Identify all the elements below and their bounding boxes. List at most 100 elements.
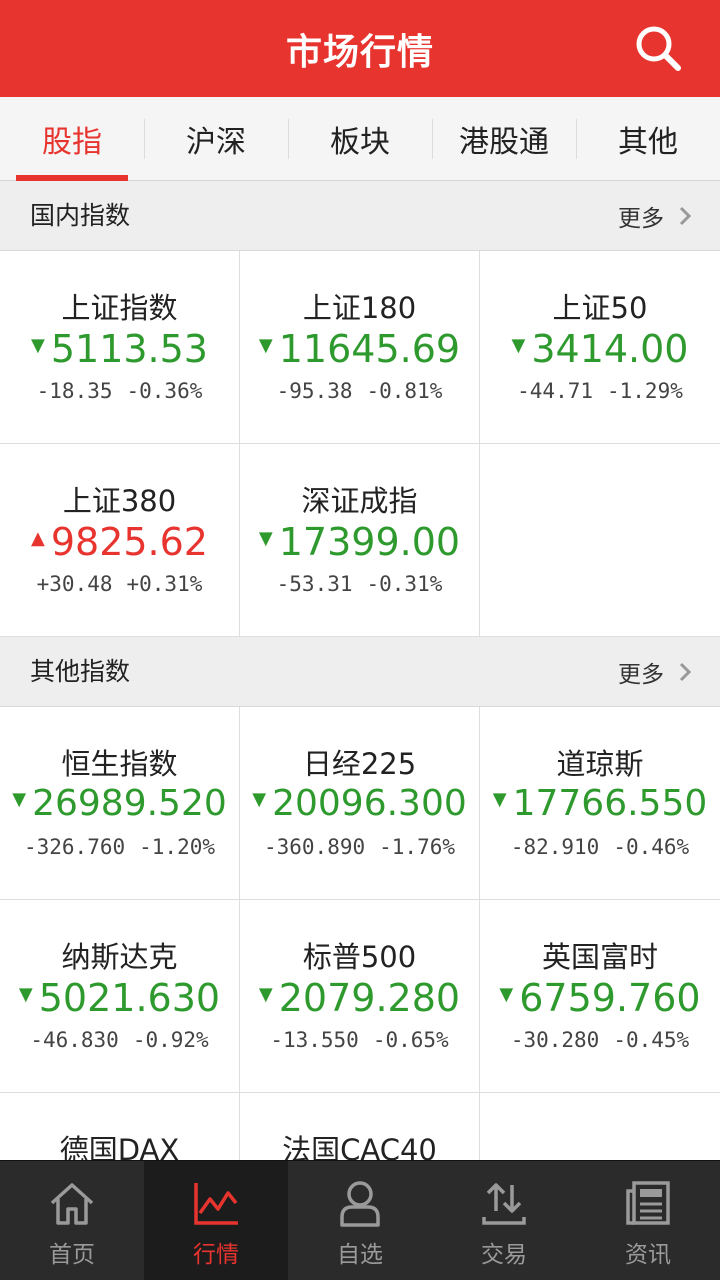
change-percent: -0.65% <box>372 1028 449 1052</box>
index-card[interactable]: 道琼斯 ▼ 17766.550 -82.910 -0.46% <box>480 707 720 900</box>
tab-shanghai-shenzhen[interactable]: 沪深 <box>144 97 288 181</box>
top-bar: 市场行情 <box>0 0 720 97</box>
domestic-index-grid: 上证指数 ▼ 5113.53 -18.35 -0.36% 上证180 ▼ 11645.69 -9… <box>0 251 720 637</box>
section-title: 国内指数 <box>30 201 131 230</box>
empty-cell <box>480 444 720 637</box>
tab-hk-connect[interactable]: 港股通 <box>432 97 576 181</box>
price-value: 17766.550 <box>512 783 708 824</box>
nav-label: 资讯 <box>625 1242 671 1268</box>
index-change: -95.38 -0.81% <box>240 379 479 403</box>
tab-other[interactable]: 其他 <box>576 97 720 181</box>
change-value: -13.550 <box>270 1028 359 1052</box>
index-price: ▼ 3414.00 <box>480 327 720 371</box>
nav-market[interactable]: 行情 <box>144 1161 288 1280</box>
index-change: -360.890 -1.76% <box>240 835 479 859</box>
app-screen: 市场行情 股指 沪深 板块 港股通 其他 国内指数 更多 上证指数 ▼ 5113.5… <box>0 0 720 1280</box>
chevron-right-icon <box>679 206 692 226</box>
index-name: 上证180 <box>302 291 417 325</box>
index-name: 恒生指数 <box>61 747 178 781</box>
domestic-section-header: 国内指数 更多 <box>0 181 720 251</box>
change-percent: -0.92% <box>132 1028 209 1052</box>
arrow-down-icon: ▼ <box>258 334 273 356</box>
tab-stock-index[interactable]: 股指 <box>0 97 144 181</box>
arrow-down-icon: ▼ <box>499 983 514 1005</box>
index-card[interactable]: 上证180 ▼ 11645.69 -95.38 -0.81% <box>240 251 480 444</box>
index-card[interactable]: 上证指数 ▼ 5113.53 -18.35 -0.36% <box>0 251 240 444</box>
price-value: 5113.53 <box>50 327 208 371</box>
nav-home[interactable]: 首页 <box>0 1161 144 1280</box>
other-index-grid: 恒生指数 ▼ 26989.520 -326.760 -1.20% 日经225 ▼ 20096.… <box>0 707 720 1280</box>
change-percent: +0.31% <box>126 572 203 596</box>
arrow-up-icon: ▲ <box>31 527 45 549</box>
chevron-right-icon <box>679 662 692 682</box>
change-value: -95.38 <box>276 379 353 403</box>
tab-label: 板块 <box>330 125 390 160</box>
nav-label: 交易 <box>481 1242 527 1268</box>
index-price: ▼ 17766.550 <box>480 783 720 824</box>
index-price: ▼ 2079.280 <box>240 976 479 1020</box>
other-section-header: 其他指数 更多 <box>0 637 720 707</box>
price-value: 2079.280 <box>278 976 461 1020</box>
index-name: 道琼斯 <box>556 747 644 781</box>
arrow-down-icon: ▼ <box>258 527 273 549</box>
index-name: 上证50 <box>552 291 648 325</box>
index-change: -44.71 -1.29% <box>480 379 720 403</box>
nav-news[interactable]: 资讯 <box>576 1161 720 1280</box>
search-button[interactable] <box>632 22 684 74</box>
home-icon <box>50 1183 94 1225</box>
change-value: -82.910 <box>510 835 600 859</box>
page-title: 市场行情 <box>285 31 434 73</box>
price-value: 20096.300 <box>272 783 467 824</box>
change-percent: -0.46% <box>613 835 690 859</box>
index-name: 上证指数 <box>61 291 178 325</box>
index-card[interactable]: 恒生指数 ▼ 26989.520 -326.760 -1.20% <box>0 707 240 900</box>
nav-watchlist[interactable]: 自选 <box>288 1161 432 1280</box>
nav-label: 行情 <box>193 1242 239 1268</box>
change-percent: -1.29% <box>607 379 683 403</box>
arrow-down-icon: ▼ <box>252 789 267 810</box>
nav-label: 首页 <box>49 1242 95 1268</box>
news-icon <box>626 1181 670 1225</box>
index-name: 深证成指 <box>301 484 418 518</box>
index-change: -53.31 -0.31% <box>240 572 479 596</box>
category-tabs: 股指 沪深 板块 港股通 其他 <box>0 97 720 181</box>
tab-sector[interactable]: 板块 <box>288 97 432 181</box>
change-percent: -0.31% <box>366 572 443 596</box>
index-change: -30.280 -0.45% <box>480 1028 720 1052</box>
index-price: ▼ 17399.00 <box>240 520 479 564</box>
index-card[interactable]: 上证50 ▼ 3414.00 -44.71 -1.29% <box>480 251 720 444</box>
nav-trade[interactable]: 交易 <box>432 1161 576 1280</box>
index-change: -18.35 -0.36% <box>0 379 239 403</box>
index-card[interactable]: 深证成指 ▼ 17399.00 -53.31 -0.31% <box>240 444 480 637</box>
index-price: ▼ 5113.53 <box>0 327 239 371</box>
index-name: 日经225 <box>302 747 417 781</box>
price-value: 3414.00 <box>531 327 689 371</box>
domestic-more-button[interactable]: 更多 <box>618 181 692 251</box>
change-value: -46.830 <box>30 1028 119 1052</box>
arrow-down-icon: ▼ <box>258 983 273 1005</box>
price-value: 6759.760 <box>519 976 701 1020</box>
change-percent: -0.81% <box>366 379 443 403</box>
change-percent: -0.36% <box>126 379 203 403</box>
index-change: -326.760 -1.20% <box>0 835 239 859</box>
index-change: -13.550 -0.65% <box>240 1028 479 1052</box>
other-more-button[interactable]: 更多 <box>618 637 692 707</box>
index-card[interactable]: 上证380 ▲ 9825.62 +30.48 +0.31% <box>0 444 240 637</box>
arrow-down-icon: ▼ <box>31 334 45 356</box>
index-card[interactable]: 日经225 ▼ 20096.300 -360.890 -1.76% <box>240 707 480 900</box>
change-percent: -1.20% <box>139 835 215 859</box>
index-card[interactable]: 英国富时 ▼ 6759.760 -30.280 -0.45% <box>480 900 720 1093</box>
change-value: -326.760 <box>23 835 126 859</box>
change-value: +30.48 <box>36 572 113 596</box>
search-icon <box>636 26 681 71</box>
price-value: 9825.62 <box>50 520 208 564</box>
index-card[interactable]: 纳斯达克 ▼ 5021.630 -46.830 -0.92% <box>0 900 240 1093</box>
tab-label: 沪深 <box>186 125 246 160</box>
change-value: -30.280 <box>510 1028 600 1052</box>
index-card[interactable]: 标普500 ▼ 2079.280 -13.550 -0.65% <box>240 900 480 1093</box>
change-percent: -1.76% <box>379 835 455 859</box>
change-value: -44.71 <box>517 379 593 403</box>
change-value: -360.890 <box>263 835 366 859</box>
more-label: 更多 <box>618 662 664 688</box>
price-value: 5021.630 <box>38 976 221 1020</box>
